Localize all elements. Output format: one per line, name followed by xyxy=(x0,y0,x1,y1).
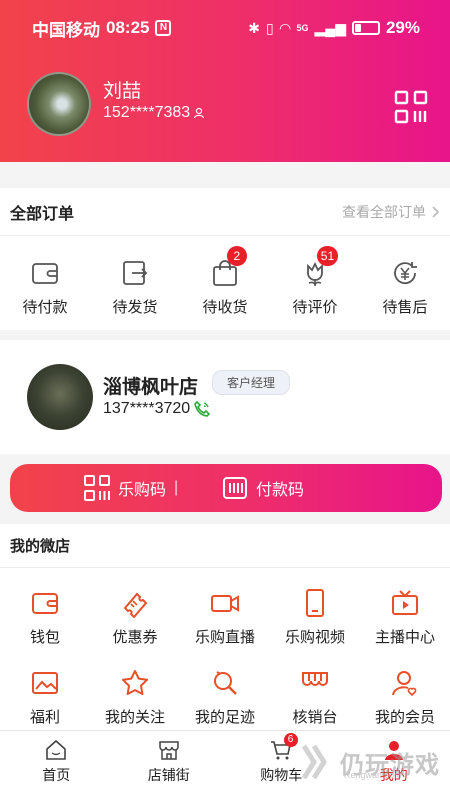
order-pending-payment[interactable]: 待付款 xyxy=(0,236,90,330)
order-pending-review[interactable]: 待评价 51 xyxy=(270,236,360,330)
micro-shop-card: 我的微店 钱包 优惠券 乐购直播 乐购视频 主播中心 福利 我的关注 我的足迹 … xyxy=(0,524,450,734)
divider: | xyxy=(174,479,179,496)
entry-label: 我的关注 xyxy=(104,709,165,726)
payment-code-button[interactable]: 付款码 xyxy=(222,475,304,501)
orders-card: 全部订单 查看全部订单 待付款 待发货 待收货 2 待评价 51 待售后 xyxy=(0,188,450,330)
entry-label: 优惠券 xyxy=(112,629,158,646)
entry-label: 核销台 xyxy=(292,709,338,726)
view-all-orders-label: 查看全部订单 xyxy=(342,203,426,220)
signal-icon: ▂▄▆ xyxy=(314,19,346,36)
manager-tag: 客户经理 xyxy=(212,370,291,395)
wifi-icon: ◠ xyxy=(279,19,291,36)
shop-street-icon xyxy=(159,741,179,760)
battery-percent: 29% xyxy=(385,18,420,37)
chevron-right-icon xyxy=(432,205,440,218)
nfc-icon: N xyxy=(155,20,172,36)
tab-label: 购物车 xyxy=(260,767,303,783)
phone-call-icon[interactable] xyxy=(193,400,211,418)
shop-phone-row[interactable]: 137****3720 xyxy=(103,400,211,418)
home-icon xyxy=(46,739,67,760)
vibrate-icon: ▯ xyxy=(266,19,274,36)
shop-manager-card[interactable]: 淄博枫叶店 客户经理 137****3720 xyxy=(0,340,450,454)
follow-entry[interactable]: 我的关注 xyxy=(90,648,180,728)
video-entry[interactable]: 乐购视频 xyxy=(270,568,360,648)
order-status-row: 待付款 待发货 待收货 2 待评价 51 待售后 xyxy=(0,236,450,330)
micro-shop-grid: 钱包 优惠券 乐购直播 乐购视频 主播中心 福利 我的关注 我的足迹 核销台 我… xyxy=(0,568,450,728)
profile-header: 中国移动 08:25 N ✱ ▯ ◠ 5G ▂▄▆ 29% 刘喆 152****… xyxy=(0,0,450,162)
tab-home[interactable]: 首页 xyxy=(0,731,113,800)
view-all-orders-link[interactable]: 查看全部订单 xyxy=(342,202,440,222)
footprint-entry[interactable]: 我的足迹 xyxy=(180,648,270,728)
orders-header: 全部订单 查看全部订单 xyxy=(0,188,450,236)
coupon-entry[interactable]: 优惠券 xyxy=(90,568,180,648)
shop-phone: 137****3720 xyxy=(103,400,191,417)
member-icon xyxy=(392,671,417,697)
shop-name: 淄博枫叶店 xyxy=(103,377,199,398)
live-entry[interactable]: 乐购直播 xyxy=(180,568,270,648)
cart-count-badge: 6 xyxy=(283,733,298,747)
order-pending-ship[interactable]: 待发货 xyxy=(90,236,180,330)
watermark-logo-icon xyxy=(301,744,327,780)
verify-desk-entry[interactable]: 核销台 xyxy=(270,648,360,728)
entry-label: 乐购视频 xyxy=(284,629,345,646)
user-phone-row: 152****7383 xyxy=(103,104,205,122)
qrcode-icon[interactable] xyxy=(394,90,428,124)
video-camera-icon xyxy=(211,595,239,612)
person-icon xyxy=(194,107,205,119)
entry-label: 我的会员 xyxy=(374,709,435,726)
network-type: 5G xyxy=(296,23,309,33)
order-pending-receive[interactable]: 待收货 2 xyxy=(180,236,270,330)
order-status-label: 待发货 xyxy=(112,299,158,316)
clock: 08:25 xyxy=(106,18,150,37)
tv-icon xyxy=(392,590,418,615)
payment-code-label: 付款码 xyxy=(256,482,305,499)
tab-label: 店铺街 xyxy=(147,767,190,783)
entry-label: 福利 xyxy=(29,709,60,726)
user-avatar[interactable] xyxy=(27,72,91,136)
tab-shop-street[interactable]: 店铺街 xyxy=(113,731,226,800)
legou-code-label: 乐购码 xyxy=(118,482,167,499)
order-status-label: 待付款 xyxy=(22,299,68,316)
order-status-label: 待售后 xyxy=(382,299,428,316)
barcode-icon xyxy=(223,477,247,499)
user-phone: 152****7383 xyxy=(103,104,191,121)
wallet-icon xyxy=(32,593,58,614)
order-status-label: 待收货 xyxy=(202,299,248,316)
carrier-label: 中国移动 xyxy=(32,20,100,40)
wallet-entry[interactable]: 钱包 xyxy=(0,568,90,648)
battery-icon xyxy=(351,21,380,35)
watermark-subtitle: Rengwan.com xyxy=(344,770,402,780)
micro-shop-title: 我的微店 xyxy=(0,524,450,568)
tab-label: 首页 xyxy=(42,767,71,783)
store-icon xyxy=(302,672,328,686)
ticket-icon xyxy=(123,592,148,618)
star-icon xyxy=(122,670,148,695)
ship-icon xyxy=(123,261,148,285)
order-after-sale[interactable]: 待售后 xyxy=(360,236,450,330)
entry-label: 乐购直播 xyxy=(194,629,255,646)
picture-icon xyxy=(32,672,58,694)
code-bar: 乐购码 | 付款码 xyxy=(10,464,442,512)
status-bar: 中国移动 08:25 N ✱ ▯ ◠ 5G ▂▄▆ 29% xyxy=(32,14,420,42)
after-sale-icon xyxy=(394,262,417,285)
order-count-badge: 51 xyxy=(316,246,339,266)
site-watermark: 仍玩游戏 Rengwan.com xyxy=(300,736,450,788)
orders-title: 全部订单 xyxy=(10,205,75,223)
wallet-icon xyxy=(32,263,58,284)
phone-icon xyxy=(306,589,324,617)
shop-avatar xyxy=(27,364,93,430)
entry-label: 我的足迹 xyxy=(194,709,255,726)
anchor-center-entry[interactable]: 主播中心 xyxy=(360,568,450,648)
entry-label: 主播中心 xyxy=(374,629,435,646)
order-status-label: 待评价 xyxy=(292,299,338,316)
user-name: 刘喆 xyxy=(103,81,142,102)
qrcode-icon xyxy=(84,475,110,501)
order-count-badge: 2 xyxy=(226,246,247,266)
welfare-entry[interactable]: 福利 xyxy=(0,648,90,728)
legou-code-button[interactable]: 乐购码 | xyxy=(84,475,178,501)
bluetooth-icon: ✱ xyxy=(248,19,260,36)
member-entry[interactable]: 我的会员 xyxy=(360,648,450,728)
footprint-icon xyxy=(214,671,237,695)
entry-label: 钱包 xyxy=(29,629,60,646)
